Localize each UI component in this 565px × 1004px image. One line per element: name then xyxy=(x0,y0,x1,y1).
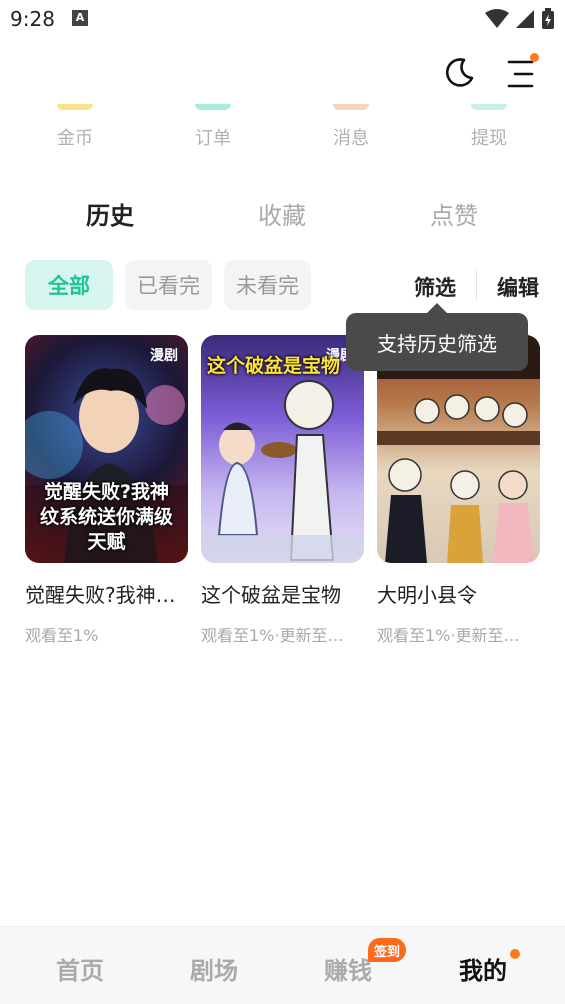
stat-label: 提现 xyxy=(471,128,507,149)
cover-caption: 这个破盆是宝物 xyxy=(207,355,341,377)
wifi-icon xyxy=(485,9,509,28)
stat-withdraw[interactable]: 提现 xyxy=(449,104,529,150)
message-icon xyxy=(333,104,369,110)
chip-all[interactable]: 全部 xyxy=(25,260,113,310)
cover-image: 漫剧 觉醒失败?我神纹系统送你满级天赋 xyxy=(25,335,188,563)
menu-notification-dot xyxy=(530,53,539,62)
tooltip-arrow xyxy=(427,303,447,313)
stat-messages[interactable]: 消息 xyxy=(311,104,391,150)
order-icon xyxy=(195,104,231,110)
nav-home[interactable]: 首页 xyxy=(56,951,104,986)
nav-mine[interactable]: 我的 xyxy=(459,951,507,986)
card-title: 大明小县令 xyxy=(377,583,477,607)
stat-orders[interactable]: 订单 xyxy=(173,104,253,150)
tab-favorites[interactable]: 收藏 xyxy=(258,196,306,231)
content-tabs: 历史 收藏 点赞 xyxy=(0,196,565,236)
nav-notification-dot xyxy=(510,949,520,959)
card-progress: 观看至1%·更新至… xyxy=(201,626,344,645)
stat-coins[interactable]: 金币 xyxy=(35,104,115,150)
status-icons xyxy=(485,8,555,30)
card-progress: 观看至1%·更新至… xyxy=(377,626,520,645)
checkin-badge: 签到 xyxy=(368,938,407,962)
filter-tooltip: 支持历史筛选 xyxy=(346,313,528,371)
edit-button[interactable]: 编辑 xyxy=(497,272,539,302)
nav-earn[interactable]: 赚钱 xyxy=(324,951,372,986)
stats-row: 金币 订单 消息 提现 xyxy=(0,104,565,154)
withdraw-icon xyxy=(471,104,507,110)
card-progress: 观看至1% xyxy=(25,626,99,645)
status-bar: 9:28 A xyxy=(0,0,565,38)
battery-icon xyxy=(542,8,554,29)
card-title: 觉醒失败?我神… xyxy=(25,583,176,607)
notification-icon: A xyxy=(72,10,88,26)
stat-label: 消息 xyxy=(333,128,369,149)
status-time: 9:28 xyxy=(10,7,55,31)
signal-icon xyxy=(516,10,534,28)
history-card[interactable]: 大明小县令 观看至1%·更新至… xyxy=(377,335,540,646)
cover-image: 漫剧 这个破盆是宝物 xyxy=(201,335,364,563)
tab-history[interactable]: 历史 xyxy=(86,196,134,231)
chip-unfinished[interactable]: 未看完 xyxy=(224,260,311,310)
top-header xyxy=(0,38,565,102)
coin-icon xyxy=(57,104,93,110)
nav-theater[interactable]: 剧场 xyxy=(190,951,238,986)
filter-button[interactable]: 筛选 xyxy=(414,272,456,302)
filter-chips: 全部 已看完 未看完 xyxy=(25,260,311,310)
divider xyxy=(476,270,477,300)
history-card[interactable]: 漫剧 这个破盆是宝物 这个破盆是宝物 观看至1%·更新至… xyxy=(201,335,364,646)
stat-label: 订单 xyxy=(195,128,231,149)
moon-icon[interactable] xyxy=(442,56,476,90)
bottom-nav: 首页 剧场 赚钱 我的 xyxy=(0,926,565,1004)
tab-likes[interactable]: 点赞 xyxy=(430,196,478,231)
cover-tag: 漫剧 xyxy=(150,348,178,364)
cover-caption: 觉醒失败?我神纹系统送你满级天赋 xyxy=(39,481,173,553)
card-title: 这个破盆是宝物 xyxy=(201,583,341,607)
profile-page: 9:28 A 金币 订单 消息 提现 历史 收藏 点赞 全部 已看完 未看完 筛… xyxy=(0,0,565,1004)
chip-finished[interactable]: 已看完 xyxy=(125,260,212,310)
history-card[interactable]: 漫剧 觉醒失败?我神纹系统送你满级天赋 觉醒失败?我神… 观看至1% xyxy=(25,335,188,646)
stat-label: 金币 xyxy=(57,128,93,149)
